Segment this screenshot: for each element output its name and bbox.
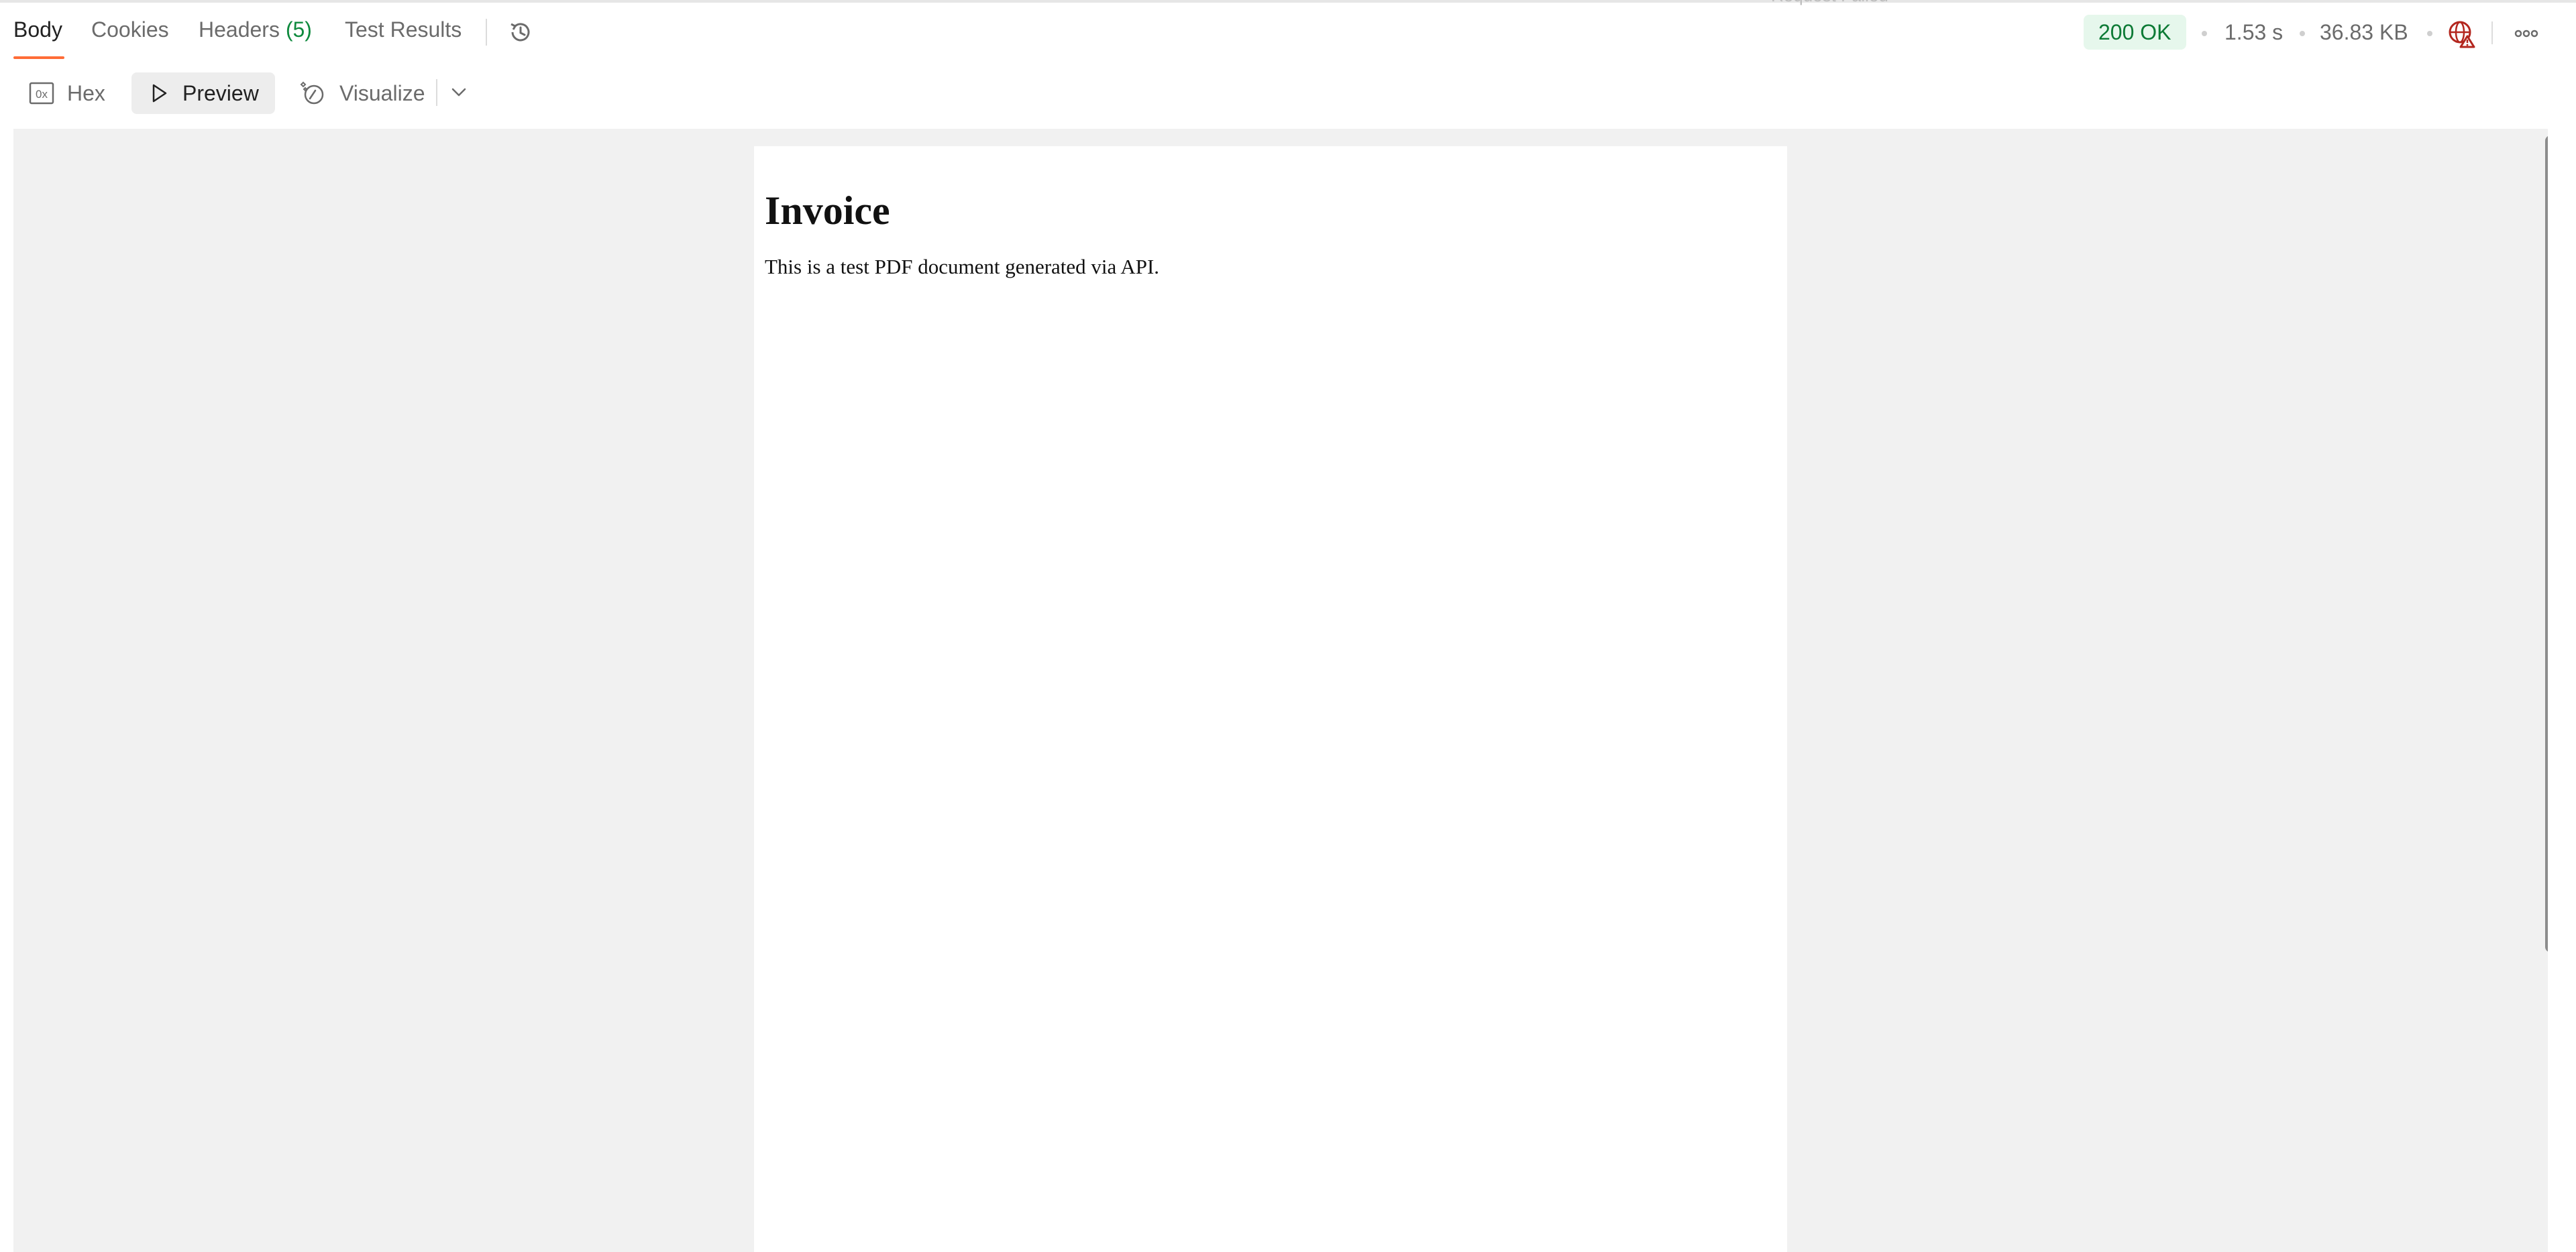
pdf-preview-area[interactable]: Invoice This is a test PDF document gene… xyxy=(13,129,2548,1252)
preview-button[interactable]: Preview xyxy=(131,72,275,114)
scrollbar-thumb[interactable] xyxy=(2545,135,2548,952)
tab-headers-label: Headers xyxy=(199,17,280,42)
status-badge[interactable]: 200 OK xyxy=(2084,15,2186,50)
separator-dot xyxy=(2202,31,2207,36)
svg-text:0x: 0x xyxy=(36,88,48,101)
visualize-label: Visualize xyxy=(339,80,425,105)
more-options-icon[interactable] xyxy=(2512,21,2541,46)
separator-dot xyxy=(2300,31,2305,36)
tab-test-results[interactable]: Test Results xyxy=(345,17,462,42)
response-size[interactable]: 36.83 KB xyxy=(2320,20,2408,45)
response-tab-bar: Body Cookies Headers (5) Test Results 20… xyxy=(0,3,2576,59)
tab-headers[interactable]: Headers (5) xyxy=(199,17,312,42)
hex-button[interactable]: 0x Hex xyxy=(12,72,121,114)
active-tab-indicator xyxy=(13,56,64,59)
hex-icon: 0x xyxy=(29,82,54,105)
network-warning-icon[interactable] xyxy=(2447,19,2477,48)
document-body-text: This is a test PDF document generated vi… xyxy=(765,255,1160,278)
chevron-down-icon[interactable] xyxy=(447,80,471,105)
response-time[interactable]: 1.53 s xyxy=(2224,20,2283,45)
tab-divider xyxy=(486,19,487,46)
pdf-page: Invoice This is a test PDF document gene… xyxy=(754,146,1787,1252)
separator-dot xyxy=(2427,31,2432,36)
tab-cookies[interactable]: Cookies xyxy=(91,17,169,42)
play-icon xyxy=(152,84,167,103)
meta-divider xyxy=(2491,21,2493,44)
preview-label: Preview xyxy=(182,80,259,105)
view-mode-toolbar: 0x Hex Preview Visualize xyxy=(0,67,2576,121)
headers-count: (5) xyxy=(285,17,312,42)
hex-label: Hex xyxy=(67,80,105,105)
visualize-icon xyxy=(300,81,324,105)
document-title: Invoice xyxy=(765,188,890,233)
visualize-button[interactable]: Visualize xyxy=(282,72,441,114)
view-divider xyxy=(436,79,437,106)
history-icon[interactable] xyxy=(507,19,534,46)
tab-body[interactable]: Body xyxy=(13,17,62,42)
